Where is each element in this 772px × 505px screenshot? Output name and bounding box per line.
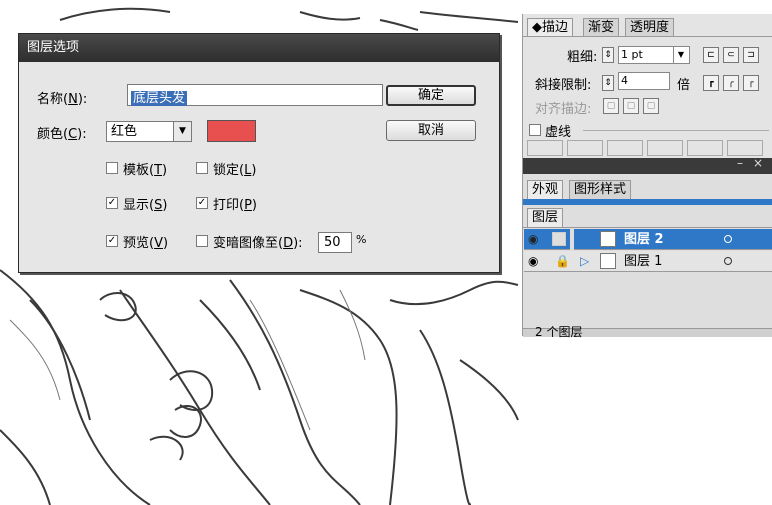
preview-checkbox[interactable]: ✓ (106, 235, 118, 247)
lock-checkbox[interactable] (196, 162, 208, 174)
print-label: 打印(P) (213, 198, 257, 213)
lock-label: 锁定(L) (213, 163, 257, 178)
ok-button[interactable]: 确定 (386, 85, 476, 106)
panel-title-bar: – × (523, 156, 772, 174)
layer-row-1[interactable]: ◉ 🔒 ▷ 图层 1 (524, 251, 772, 272)
layer-row-2[interactable]: ◉ 图层 2 (524, 229, 772, 250)
dashed-label: 虚线 (545, 125, 572, 140)
cap-square-icon[interactable]: ⊐ (743, 47, 759, 63)
tab-divider (523, 36, 772, 37)
row-spacer (570, 229, 574, 250)
layer-name: 图层 1 (624, 254, 663, 269)
layer-thumbnail (600, 231, 616, 247)
template-checkbox[interactable] (106, 162, 118, 174)
align-inside-icon[interactable]: ▢ (623, 98, 639, 114)
stroke-panel: ◆描边 渐变 透明度 粗细: ⇕ 1 pt ▼ ⊏ ⊂ ⊐ 斜接限制: ⇕ 4 倍… (522, 14, 772, 158)
join-miter-icon[interactable]: ┏ (703, 75, 719, 91)
tab-transparency[interactable]: 透明度 (625, 18, 675, 37)
miter-label: 斜接限制: (535, 78, 592, 93)
gap-field[interactable] (567, 140, 603, 156)
layer-thumbnail (600, 253, 616, 269)
print-checkbox[interactable]: ✓ (196, 197, 208, 209)
target-circle-icon[interactable] (724, 257, 732, 265)
dim-percent-input[interactable]: 50 (318, 232, 352, 253)
dashed-checkbox[interactable] (529, 124, 541, 136)
layer-count: 2 个图层 (535, 325, 583, 339)
gap-field[interactable] (647, 140, 683, 156)
chevron-down-icon[interactable]: ▼ (173, 122, 191, 141)
visibility-eye-icon[interactable]: ◉ (528, 229, 538, 250)
lock-icon[interactable]: 🔒 (555, 251, 570, 272)
gap-field[interactable] (727, 140, 763, 156)
dash-field[interactable] (607, 140, 643, 156)
show-checkbox[interactable]: ✓ (106, 197, 118, 209)
align-outside-icon[interactable]: ▢ (643, 98, 659, 114)
color-swatch[interactable] (207, 120, 256, 142)
cap-butt-icon[interactable]: ⊏ (703, 47, 719, 63)
weight-label: 粗细: (567, 50, 598, 65)
dash-field[interactable] (527, 140, 563, 156)
tab-layers[interactable]: 图层 (527, 208, 564, 227)
divider (523, 227, 772, 228)
close-icon[interactable]: × (753, 156, 763, 170)
spin-arrows-icon[interactable]: ⇕ (602, 47, 614, 63)
miter-input[interactable]: 4 (618, 72, 670, 90)
tab-appearance[interactable]: 外观 (527, 180, 564, 199)
chevron-down-icon[interactable]: ▼ (673, 47, 688, 63)
preview-label: 预览(V) (123, 236, 169, 251)
dash-field[interactable] (687, 140, 723, 156)
tab-highlight-bar (523, 199, 772, 205)
show-label: 显示(S) (123, 198, 168, 213)
tab-graphic-styles[interactable]: 图形样式 (569, 180, 632, 199)
dim-label: 变暗图像至(D): (213, 236, 303, 251)
miter-unit: 倍 (677, 78, 691, 93)
divider (583, 130, 769, 131)
visibility-eye-icon[interactable]: ◉ (528, 251, 538, 272)
cap-round-icon[interactable]: ⊂ (723, 47, 739, 63)
name-label: 名称(N): (37, 92, 88, 107)
lock-toggle[interactable] (552, 232, 566, 246)
color-select[interactable]: 红色 ▼ (106, 121, 192, 142)
tab-gradient[interactable]: 渐变 (583, 18, 620, 37)
dialog-title: 图层选项 (19, 34, 499, 62)
tab-stroke[interactable]: ◆描边 (527, 18, 573, 37)
color-label: 颜色(C): (37, 127, 87, 142)
dim-checkbox[interactable] (196, 235, 208, 247)
percent-unit: % (356, 233, 367, 246)
cancel-button[interactable]: 取消 (386, 120, 476, 141)
layer-options-dialog: 图层选项 名称(N): 底层头发 确定 取消 颜色(C): 红色 ▼ 模板(T) … (18, 33, 500, 273)
join-round-icon[interactable]: ╭ (723, 75, 739, 91)
panel-footer: 2 个图层 (523, 325, 772, 339)
minimize-icon[interactable]: – (737, 156, 743, 170)
template-label: 模板(T) (123, 163, 168, 178)
dash-fields (527, 140, 767, 156)
join-bevel-icon[interactable]: ┌ (743, 75, 759, 91)
weight-input[interactable]: 1 pt ▼ (618, 46, 690, 64)
spin-arrows-icon[interactable]: ⇕ (602, 75, 614, 91)
align-center-icon[interactable]: ▢ (603, 98, 619, 114)
name-input[interactable]: 底层头发 (127, 84, 383, 106)
expand-triangle-icon[interactable]: ▷ (580, 251, 589, 272)
align-stroke-label: 对齐描边: (535, 102, 592, 117)
target-circle-icon[interactable] (724, 235, 732, 243)
layer-name: 图层 2 (624, 232, 664, 247)
